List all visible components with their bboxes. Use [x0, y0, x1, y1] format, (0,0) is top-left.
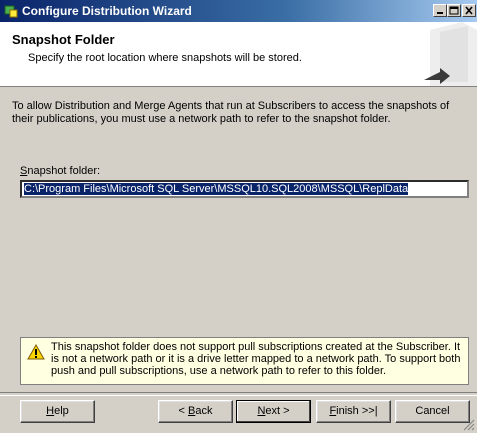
close-icon	[465, 6, 473, 15]
help-accesskey: H	[46, 405, 55, 417]
title-bar[interactable]: Configure Distribution Wizard	[0, 0, 477, 22]
wizard-banner-graphic	[424, 22, 477, 86]
snapshot-folder-value: C:\Program Files\Microsoft SQL Server\MS…	[24, 183, 409, 195]
back-prefix: <	[178, 405, 188, 417]
wizard-header: Snapshot Folder Specify the root locatio…	[0, 22, 477, 87]
warning-message: This snapshot folder does not support pu…	[51, 341, 461, 377]
warning-panel: This snapshot folder does not support pu…	[20, 337, 469, 385]
next-label: ext >	[265, 405, 290, 417]
window-title: Configure Distribution Wizard	[22, 4, 192, 18]
snapshot-folder-label-text: napshot folder:	[27, 165, 101, 177]
finish-label: inish >>|	[336, 405, 378, 417]
maximize-button[interactable]	[447, 4, 461, 17]
back-label: ack	[195, 405, 213, 417]
warning-icon	[27, 344, 45, 360]
minimize-icon	[437, 12, 443, 14]
close-button[interactable]	[462, 4, 476, 17]
page-title: Snapshot Folder	[12, 32, 115, 47]
wizard-app-icon	[4, 5, 18, 18]
help-label: elp	[54, 405, 69, 417]
cancel-button[interactable]: Cancel	[395, 400, 470, 423]
snapshot-folder-label: Snapshot folder:	[20, 165, 100, 177]
finish-button[interactable]: Finish >>|	[316, 400, 391, 423]
minimize-button[interactable]	[433, 4, 447, 17]
button-separator	[0, 392, 477, 396]
back-button[interactable]: < Back	[158, 400, 233, 423]
wizard-window: Configure Distribution Wizard Snapshot F…	[0, 0, 477, 433]
maximize-icon	[449, 6, 459, 15]
resize-grip-icon[interactable]	[463, 419, 475, 431]
snapshot-folder-input[interactable]: C:\Program Files\Microsoft SQL Server\MS…	[20, 180, 469, 198]
page-subtitle: Specify the root location where snapshot…	[28, 52, 302, 64]
description-text: To allow Distribution and Merge Agents t…	[12, 100, 450, 125]
next-button[interactable]: Next >	[236, 400, 311, 423]
help-button[interactable]: Help	[20, 400, 95, 423]
